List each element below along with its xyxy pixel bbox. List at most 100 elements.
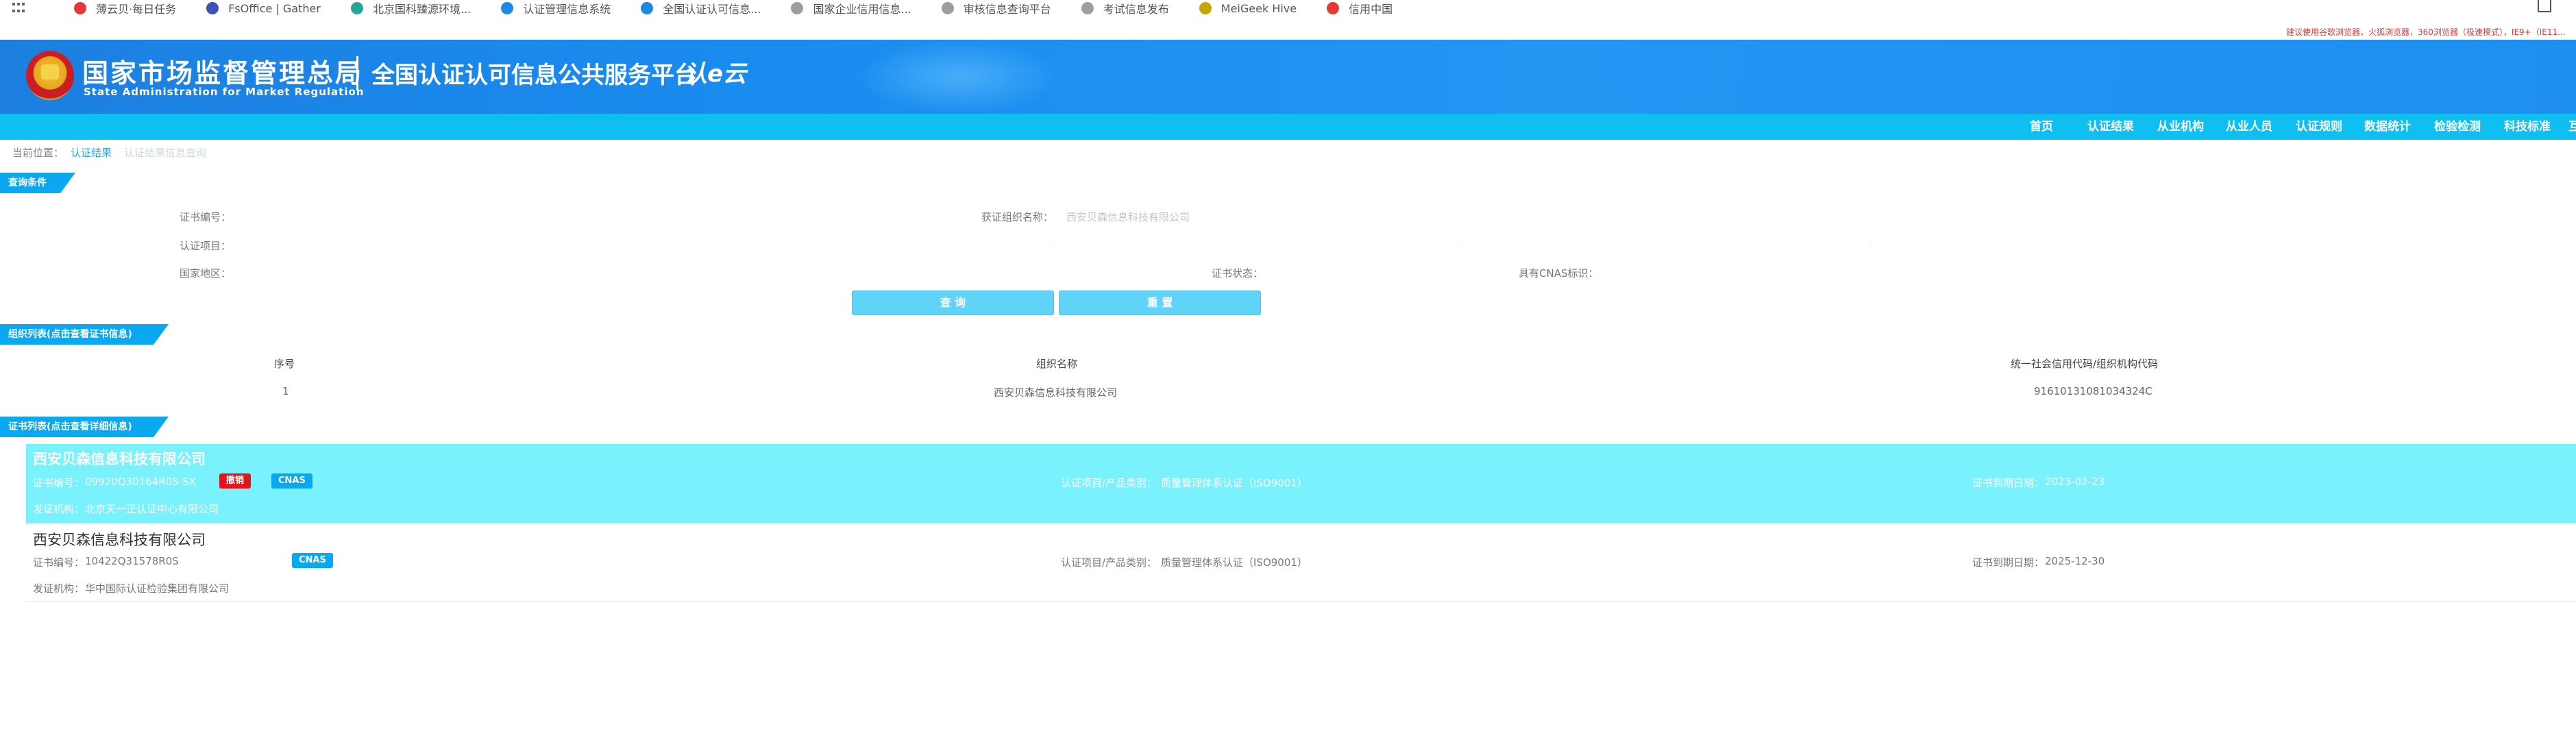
item-select-dot-3[interactable]: · — [1869, 238, 1872, 248]
bookmark-item[interactable]: 全国认证认可信息... — [641, 0, 761, 16]
row-org-name[interactable]: 西安贝森信息科技有限公司 — [994, 385, 1117, 399]
nav-standards[interactable]: 科技标准 — [2504, 114, 2551, 140]
bookmark-item[interactable]: 认证管理信息系统 — [501, 0, 611, 16]
gear-icon — [206, 2, 219, 14]
bookmark-label: 薄云贝·每日任务 — [96, 3, 177, 16]
globe-icon — [1081, 2, 1094, 14]
cert-project-label: 认证项目/产品类别： — [1061, 556, 1157, 569]
cert-no-label: 证书编号： — [33, 556, 85, 569]
cert-item-label: 认证项目： — [180, 240, 232, 252]
section-cert-list: 证书列表(点击查看详细信息) — [0, 417, 169, 437]
region-label: 国家地区： — [180, 267, 232, 280]
cert-expiry-value: 2025-12-30 — [2045, 555, 2105, 567]
breadcrumb-sub: 认证结果信息查询 — [124, 147, 207, 159]
breadcrumb-prefix: 当前位置： — [12, 147, 64, 159]
nav-institutions[interactable]: 从业机构 — [2157, 114, 2204, 140]
title-divider — [356, 56, 358, 90]
bookmark-item[interactable]: 信用中国 — [1327, 0, 1393, 16]
leaf-icon — [350, 2, 363, 14]
emblem-icon — [1327, 2, 1340, 14]
region-select-dot-1[interactable]: · — [429, 264, 432, 274]
nav-statistics[interactable]: 数据统计 — [2364, 114, 2411, 140]
bookmark-label: 全国认证认可信息... — [663, 3, 761, 16]
cert-card-valid[interactable]: 西安贝森信息科技有限公司 证书编号： 10422Q31578R0S CNAS 认… — [26, 525, 2576, 602]
apps-grid-icon[interactable] — [12, 3, 29, 14]
cert-no-value: 09920Q30164R0S-SX — [85, 476, 196, 488]
row-index: 1 — [282, 385, 289, 397]
org-name-label: 获证组织名称： — [981, 211, 1054, 223]
bookmark-label: 考试信息发布 — [1103, 3, 1169, 16]
reset-button[interactable]: 重 置 — [1059, 291, 1261, 315]
nav-inspection[interactable]: 检验检测 — [2434, 114, 2481, 140]
document-icon — [641, 2, 654, 14]
org-name-input[interactable]: 西安贝森信息科技有限公司 — [1066, 210, 1190, 224]
item-select-dot-1[interactable]: · — [1047, 238, 1050, 248]
bookmark-item[interactable]: 薄云贝·每日任务 — [74, 0, 176, 16]
section-query-conditions: 查询条件 — [0, 173, 75, 193]
breadcrumb-current[interactable]: 认证结果 — [71, 147, 112, 159]
cert-org-name: 西安贝森信息科技有限公司 — [33, 532, 206, 548]
cert-card-revoked[interactable]: 西安贝森信息科技有限公司 证书编号： 09920Q30164R0S-SX 撤销 … — [26, 444, 2576, 523]
col-header-index: 序号 — [274, 358, 295, 370]
search-button[interactable]: 查 询 — [852, 291, 1054, 315]
cert-expiry-value: 2023-02-23 — [2045, 476, 2105, 488]
cert-expiry-label: 证书到期日期： — [1972, 477, 2045, 489]
bookmark-item[interactable]: MeiGeek Hive — [1199, 2, 1297, 15]
bookmark-label: FsOffice | Gather — [228, 1, 321, 15]
shield-icon — [74, 2, 86, 14]
bookmark-item[interactable]: 国家企业信用信息... — [791, 0, 911, 16]
nav-personnel[interactable]: 从业人员 — [2226, 114, 2272, 140]
bookmark-label: 国家企业信用信息... — [813, 3, 911, 16]
cert-issuer-label: 发证机构： — [33, 503, 85, 515]
globe-icon — [941, 2, 954, 14]
bookmark-item[interactable]: 北京国科臻源环境... — [350, 0, 471, 16]
status-badge: 撤销 — [219, 473, 252, 489]
nav-home[interactable]: 首页 — [2030, 114, 2053, 140]
item-select-dot-2[interactable]: · — [1457, 238, 1460, 248]
bookmark-label: 信用中国 — [1349, 3, 1393, 16]
cnas-badge: CNAS — [271, 473, 312, 489]
cert-expiry-label: 证书到期日期： — [1972, 556, 2045, 569]
bookmark-label: 北京国科臻源环境... — [372, 3, 471, 16]
hive-icon — [1199, 2, 1212, 14]
bookmarks-bar: 薄云贝·每日任务 FsOffice | Gather 北京国科臻源环境... 认证管理… — [0, 0, 2576, 16]
bookmark-item[interactable]: 审核信息查询平台 — [941, 0, 1051, 16]
bookmark-list: 薄云贝·每日任务 FsOffice | Gather 北京国科臻源环境... 认证管理… — [74, 0, 1423, 16]
cert-project-label: 认证项目/产品类别： — [1061, 477, 1157, 489]
cert-project-value: 质量管理体系认证（ISO9001） — [1161, 477, 1308, 489]
cert-issuer-value: 北京天一正认证中心有限公司 — [85, 503, 219, 515]
cert-status-label: 证书状态： — [1212, 267, 1264, 280]
cnas-label: 具有CNAS标识： — [1519, 267, 1599, 280]
cert-org-name: 西安贝森信息科技有限公司 — [33, 451, 206, 467]
renecloud-logo: 认e云 — [684, 60, 747, 88]
cert-issuer-value: 华中国际认证检验集团有限公司 — [85, 582, 230, 595]
cert-no-label: 证书编号： — [33, 477, 85, 489]
cert-no-value: 10422Q31578R0S — [85, 555, 179, 567]
nav-cert-results[interactable]: 认证结果 — [2087, 114, 2134, 140]
nav-more[interactable]: 互 — [2568, 114, 2576, 140]
col-header-org-name: 组织名称 — [1036, 358, 1078, 370]
status-select-dot[interactable]: · — [1457, 264, 1460, 274]
bookmark-item[interactable]: FsOffice | Gather — [206, 2, 321, 15]
site-header: 国家市场监督管理总局 State Administration for Mark… — [0, 40, 2576, 114]
site-title: 国家市场监督管理总局 — [82, 58, 364, 88]
row-credit-code: 91610131081034324C — [2034, 385, 2152, 397]
bookmark-item[interactable]: 考试信息发布 — [1081, 0, 1169, 16]
bookmark-label: 审核信息查询平台 — [963, 3, 1051, 16]
browser-notice: 建议使用谷歌浏览器，火狐浏览器，360浏览器（极速模式），IE9+（IE11..… — [2286, 27, 2566, 37]
site-subtitle: State Administration for Market Regulati… — [84, 86, 365, 98]
bookmark-label: 认证管理信息系统 — [523, 3, 611, 16]
national-emblem-icon — [26, 51, 74, 100]
cert-issuer-label: 发证机构： — [33, 582, 85, 595]
section-org-list: 组织列表(点击查看证书信息) — [0, 324, 169, 345]
nav-cert-rules[interactable]: 认证规则 — [2296, 114, 2342, 140]
hexagon-decoration — [857, 40, 1062, 114]
window-restore-icon[interactable] — [2538, 0, 2551, 12]
document-icon — [501, 2, 514, 14]
breadcrumb: 当前位置： 认证结果 认证结果信息查询 — [12, 145, 206, 160]
region-select-dot-2[interactable]: · — [840, 264, 843, 274]
cert-project-value: 质量管理体系认证（ISO9001） — [1161, 556, 1308, 569]
main-nav: 首页 认证结果 从业机构 从业人员 认证规则 数据统计 检验检测 科技标准 互 — [0, 114, 2576, 140]
cert-no-label: 证书编号： — [180, 211, 232, 223]
platform-title: 全国认证认可信息公共服务平台 — [371, 62, 698, 89]
